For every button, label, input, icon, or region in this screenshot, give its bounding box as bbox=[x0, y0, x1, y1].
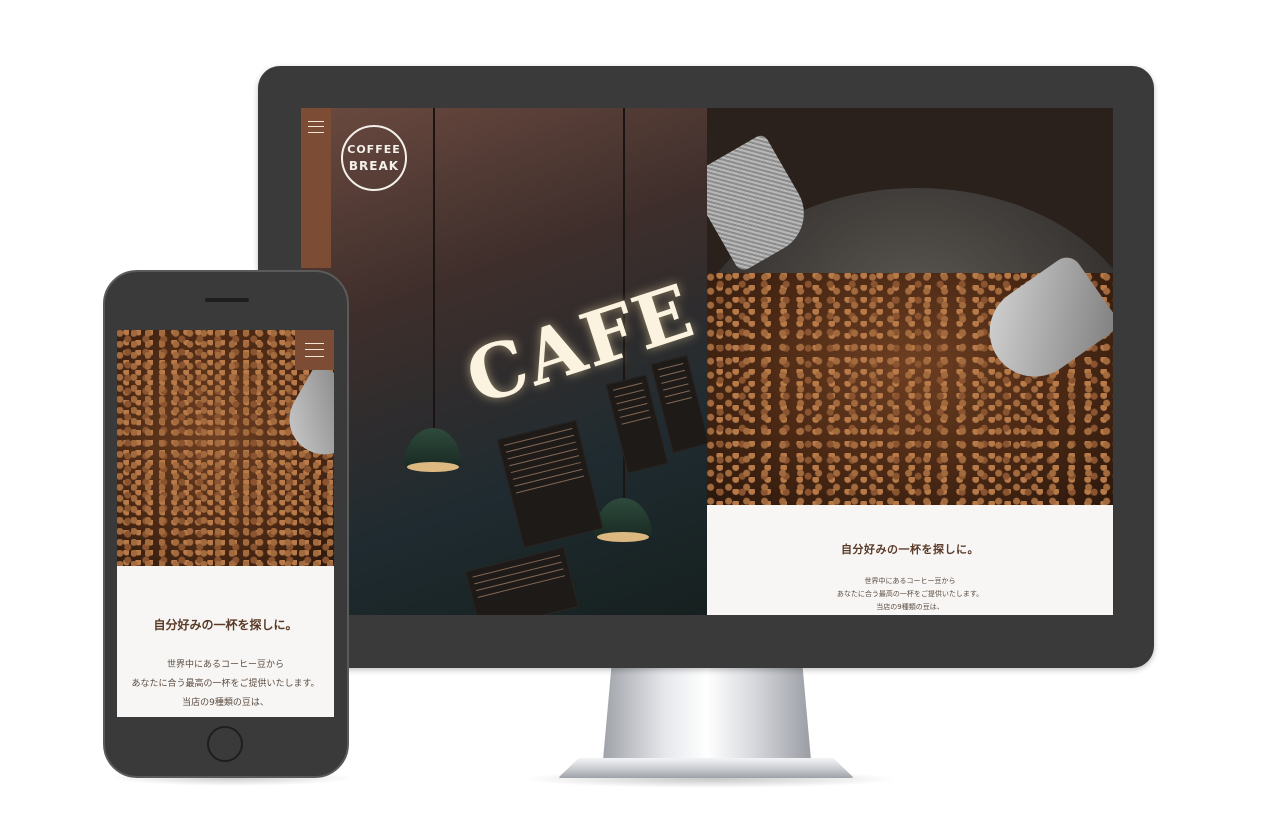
lamp-glow bbox=[407, 462, 459, 472]
intro-line: 当店の9種類の豆は、 bbox=[876, 603, 944, 611]
intro-line: 当店の9種類の豆は、 bbox=[182, 698, 269, 708]
metal-scoop bbox=[276, 362, 334, 468]
desktop-intro-section: 自分好みの一杯を探しに。 世界中にあるコーヒー豆から あなたに合う最高の一杯をご… bbox=[707, 505, 1113, 615]
desktop-screen: CAFE COFFEE BREAK 自分好みの一杯を探しに。 世界中にあるコーヒ… bbox=[301, 108, 1113, 615]
logo-text: BREAK bbox=[348, 159, 400, 173]
monitor-stand bbox=[603, 668, 811, 760]
intro-line: あなたに合う最高の一杯をご提供いたします。 bbox=[131, 679, 320, 689]
desktop-hero-cafe-image: CAFE COFFEE BREAK bbox=[301, 108, 710, 615]
menu-board bbox=[496, 419, 604, 549]
pendant-lamp bbox=[404, 428, 462, 466]
lamp-glow bbox=[597, 532, 649, 542]
hamburger-menu-icon[interactable] bbox=[295, 330, 334, 370]
monitor-stand-base bbox=[558, 758, 854, 778]
logo-text: COFFEE bbox=[347, 143, 401, 156]
lamp-cord bbox=[433, 108, 435, 428]
desktop-sidebar bbox=[301, 108, 331, 268]
intro-line: 世界中にあるコーヒー豆から bbox=[864, 577, 956, 585]
intro-body: 世界中にあるコーヒー豆から あなたに合う最高の一杯をご提供いたします。 当店の9… bbox=[707, 575, 1113, 614]
intro-line: 世界中にあるコーヒー豆から bbox=[166, 660, 284, 670]
intro-line: あなたに合う最高の一杯をご提供いたします。 bbox=[836, 590, 984, 598]
coffee-break-logo[interactable]: COFFEE BREAK bbox=[341, 125, 407, 191]
phone-speaker bbox=[205, 298, 249, 302]
pendant-lamp bbox=[594, 498, 652, 536]
mobile-screen: 自分好みの一杯を探しに。 世界中にあるコーヒー豆から あなたに合う最高の一杯をご… bbox=[117, 330, 334, 717]
intro-heading: 自分好みの一杯を探しに。 bbox=[841, 543, 979, 556]
desktop-hero-beans-image bbox=[707, 108, 1113, 505]
intro-body: 世界中にあるコーヒー豆から あなたに合う最高の一杯をご提供いたします。 当店の9… bbox=[117, 656, 334, 713]
hamburger-menu-icon[interactable] bbox=[308, 121, 324, 133]
menu-board bbox=[465, 546, 579, 615]
intro-heading: 自分好みの一杯を探しに。 bbox=[153, 618, 298, 632]
phone-home-button[interactable] bbox=[207, 726, 243, 762]
